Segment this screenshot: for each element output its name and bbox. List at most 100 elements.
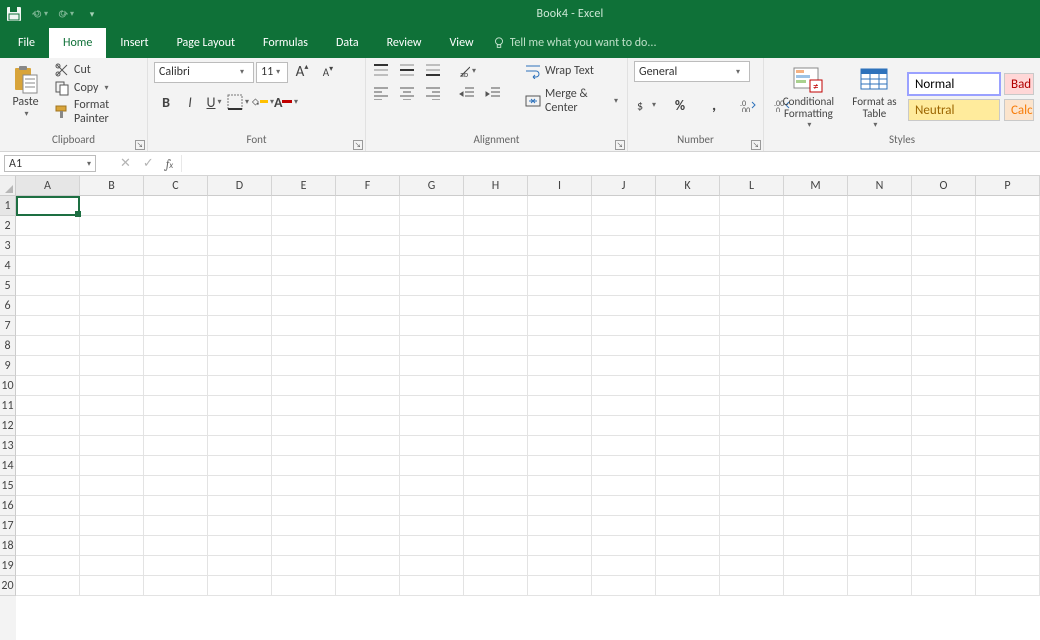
cell[interactable] bbox=[464, 576, 528, 596]
cell[interactable] bbox=[400, 396, 464, 416]
font-size-combo[interactable]: 11 ▾ bbox=[256, 62, 288, 83]
cell[interactable] bbox=[720, 336, 784, 356]
cell[interactable] bbox=[976, 536, 1040, 556]
cell[interactable] bbox=[528, 416, 592, 436]
cell[interactable] bbox=[912, 196, 976, 216]
cell[interactable] bbox=[784, 276, 848, 296]
cell[interactable] bbox=[592, 336, 656, 356]
cell[interactable] bbox=[272, 436, 336, 456]
cell[interactable] bbox=[336, 576, 400, 596]
row-header[interactable]: 1 bbox=[0, 196, 16, 216]
cell[interactable] bbox=[16, 196, 80, 216]
cell[interactable] bbox=[272, 356, 336, 376]
row-header[interactable]: 20 bbox=[0, 576, 16, 596]
cell[interactable] bbox=[784, 236, 848, 256]
cell[interactable] bbox=[272, 456, 336, 476]
cell[interactable] bbox=[528, 336, 592, 356]
cell[interactable] bbox=[400, 356, 464, 376]
cell[interactable] bbox=[144, 536, 208, 556]
cell[interactable] bbox=[848, 496, 912, 516]
cell[interactable] bbox=[784, 436, 848, 456]
clipboard-dialog-launcher[interactable]: ↘ bbox=[135, 140, 145, 150]
cell[interactable] bbox=[80, 496, 144, 516]
row-header[interactable]: 7 bbox=[0, 316, 16, 336]
cell[interactable] bbox=[16, 276, 80, 296]
cell[interactable] bbox=[976, 456, 1040, 476]
column-header[interactable]: O bbox=[912, 176, 976, 196]
cell-style-normal[interactable]: Normal bbox=[908, 73, 1000, 95]
cell[interactable] bbox=[784, 256, 848, 276]
cell[interactable] bbox=[784, 316, 848, 336]
cell[interactable] bbox=[720, 496, 784, 516]
cell[interactable] bbox=[976, 376, 1040, 396]
cell[interactable] bbox=[400, 436, 464, 456]
cell[interactable] bbox=[464, 296, 528, 316]
cell[interactable] bbox=[976, 496, 1040, 516]
cell[interactable] bbox=[80, 536, 144, 556]
cell[interactable] bbox=[720, 296, 784, 316]
cell[interactable] bbox=[656, 196, 720, 216]
cell[interactable] bbox=[720, 456, 784, 476]
cell[interactable] bbox=[336, 256, 400, 276]
row-header[interactable]: 18 bbox=[0, 536, 16, 556]
cell[interactable] bbox=[848, 456, 912, 476]
cell[interactable] bbox=[464, 436, 528, 456]
cell[interactable] bbox=[400, 236, 464, 256]
cell[interactable] bbox=[464, 416, 528, 436]
font-name-combo[interactable]: Calibri ▾ bbox=[154, 62, 254, 83]
cell[interactable] bbox=[592, 196, 656, 216]
formula-input[interactable] bbox=[181, 155, 1036, 172]
number-format-combo[interactable]: General ▾ bbox=[634, 61, 750, 82]
save-icon[interactable] bbox=[6, 6, 22, 22]
tab-data[interactable]: Data bbox=[322, 28, 373, 58]
cell[interactable] bbox=[144, 216, 208, 236]
cell[interactable] bbox=[976, 336, 1040, 356]
cell[interactable] bbox=[784, 336, 848, 356]
increase-indent-button[interactable] bbox=[484, 85, 502, 101]
cell[interactable] bbox=[720, 256, 784, 276]
cell[interactable] bbox=[848, 516, 912, 536]
cell[interactable] bbox=[16, 416, 80, 436]
cell[interactable] bbox=[144, 336, 208, 356]
cell[interactable] bbox=[656, 576, 720, 596]
cell[interactable] bbox=[720, 276, 784, 296]
cell[interactable] bbox=[400, 556, 464, 576]
cell[interactable] bbox=[208, 576, 272, 596]
cell[interactable] bbox=[16, 396, 80, 416]
tab-insert[interactable]: Insert bbox=[106, 28, 162, 58]
cell[interactable] bbox=[464, 316, 528, 336]
cell-style-neutral[interactable]: Neutral bbox=[908, 99, 1000, 121]
cell[interactable] bbox=[208, 536, 272, 556]
cell[interactable] bbox=[400, 536, 464, 556]
cell[interactable] bbox=[656, 436, 720, 456]
column-header[interactable]: H bbox=[464, 176, 528, 196]
column-header[interactable]: N bbox=[848, 176, 912, 196]
cell[interactable] bbox=[912, 396, 976, 416]
redo-icon[interactable]: ▾ bbox=[58, 6, 74, 22]
font-color-button[interactable]: A ▾ bbox=[274, 91, 298, 113]
cell[interactable] bbox=[720, 196, 784, 216]
cell[interactable] bbox=[912, 296, 976, 316]
cell[interactable] bbox=[784, 356, 848, 376]
cell[interactable] bbox=[720, 356, 784, 376]
row-header[interactable]: 8 bbox=[0, 336, 16, 356]
cell[interactable] bbox=[976, 396, 1040, 416]
column-header[interactable]: F bbox=[336, 176, 400, 196]
cell[interactable] bbox=[720, 436, 784, 456]
cell[interactable] bbox=[464, 276, 528, 296]
cell[interactable] bbox=[208, 216, 272, 236]
cell[interactable] bbox=[656, 476, 720, 496]
cell[interactable] bbox=[464, 376, 528, 396]
cell[interactable] bbox=[592, 296, 656, 316]
cell[interactable] bbox=[784, 296, 848, 316]
cell[interactable] bbox=[144, 196, 208, 216]
cell[interactable] bbox=[400, 316, 464, 336]
cell[interactable] bbox=[16, 216, 80, 236]
cell[interactable] bbox=[656, 516, 720, 536]
cell[interactable] bbox=[912, 436, 976, 456]
cell[interactable] bbox=[912, 236, 976, 256]
cell[interactable] bbox=[976, 236, 1040, 256]
cell[interactable] bbox=[16, 356, 80, 376]
cell[interactable] bbox=[976, 296, 1040, 316]
cell[interactable] bbox=[592, 516, 656, 536]
